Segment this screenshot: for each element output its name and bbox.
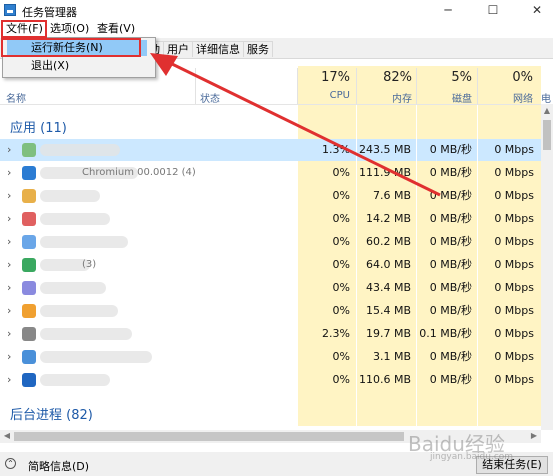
- annotation-arrow: [150, 53, 441, 197]
- annotation-arrow-line: [167, 60, 441, 197]
